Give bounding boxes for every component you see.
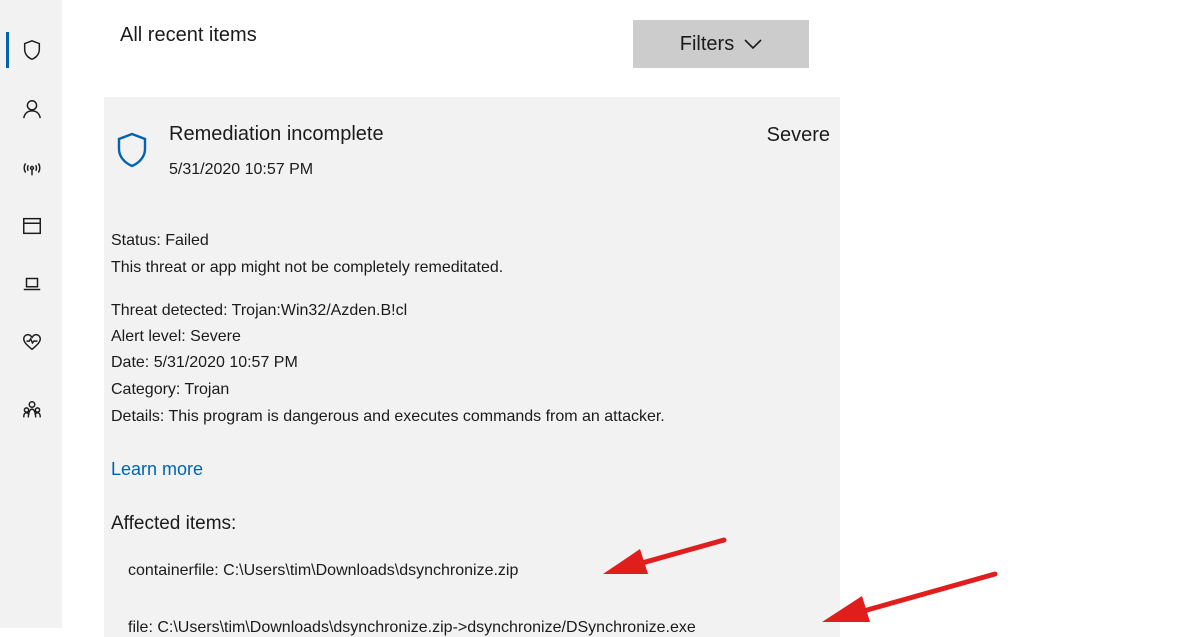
person-icon — [23, 100, 41, 119]
threat-history-card[interactable]: Remediation incomplete 5/31/2020 10:57 P… — [104, 97, 840, 637]
affected-items-heading: Affected items: — [111, 513, 237, 534]
learn-more-link[interactable]: Learn more — [111, 459, 203, 480]
nav-virus-protection[interactable] — [14, 32, 50, 68]
nav-app-browser-control[interactable] — [14, 208, 50, 244]
status-detail-text: This threat or app might not be complete… — [111, 259, 504, 276]
wireless-icon — [23, 163, 41, 176]
nav-family-options[interactable] — [14, 392, 50, 428]
window-icon — [23, 217, 41, 235]
nav-account-protection[interactable] — [14, 91, 50, 127]
threat-detected-text: Threat detected: Trojan:Win32/Azden.B!cl — [111, 302, 408, 319]
heart-icon — [23, 333, 41, 351]
nav-rail — [0, 0, 62, 628]
page-title: All recent items — [120, 24, 257, 46]
nav-device-security[interactable] — [14, 266, 50, 302]
affected-item: file: C:\Users\tim\Downloads\dsynchroniz… — [128, 619, 696, 636]
severity-label: Severe — [766, 124, 830, 146]
shield-icon — [117, 132, 147, 168]
nav-device-performance[interactable] — [14, 324, 50, 360]
family-icon — [23, 401, 41, 418]
annotation-arrow — [822, 571, 998, 622]
date-text: Date: 5/31/2020 10:57 PM — [111, 354, 298, 371]
card-date: 5/31/2020 10:57 PM — [169, 161, 314, 178]
card-title: Remediation incomplete — [169, 123, 384, 145]
filters-button[interactable]: Filters — [633, 20, 809, 68]
category-text: Category: Trojan — [111, 381, 230, 398]
status-text: Status: Failed — [111, 232, 209, 249]
filters-label: Filters — [679, 32, 735, 55]
nav-active-indicator — [6, 32, 9, 68]
laptop-icon — [23, 277, 41, 291]
alert-level-text: Alert level: Severe — [111, 328, 241, 345]
chevron-down-icon — [744, 39, 762, 50]
details-text: Details: This program is dangerous and e… — [111, 408, 665, 425]
shield-icon — [23, 40, 41, 60]
affected-item: containerfile: C:\Users\tim\Downloads\ds… — [128, 562, 519, 579]
nav-firewall-network[interactable] — [14, 150, 50, 186]
